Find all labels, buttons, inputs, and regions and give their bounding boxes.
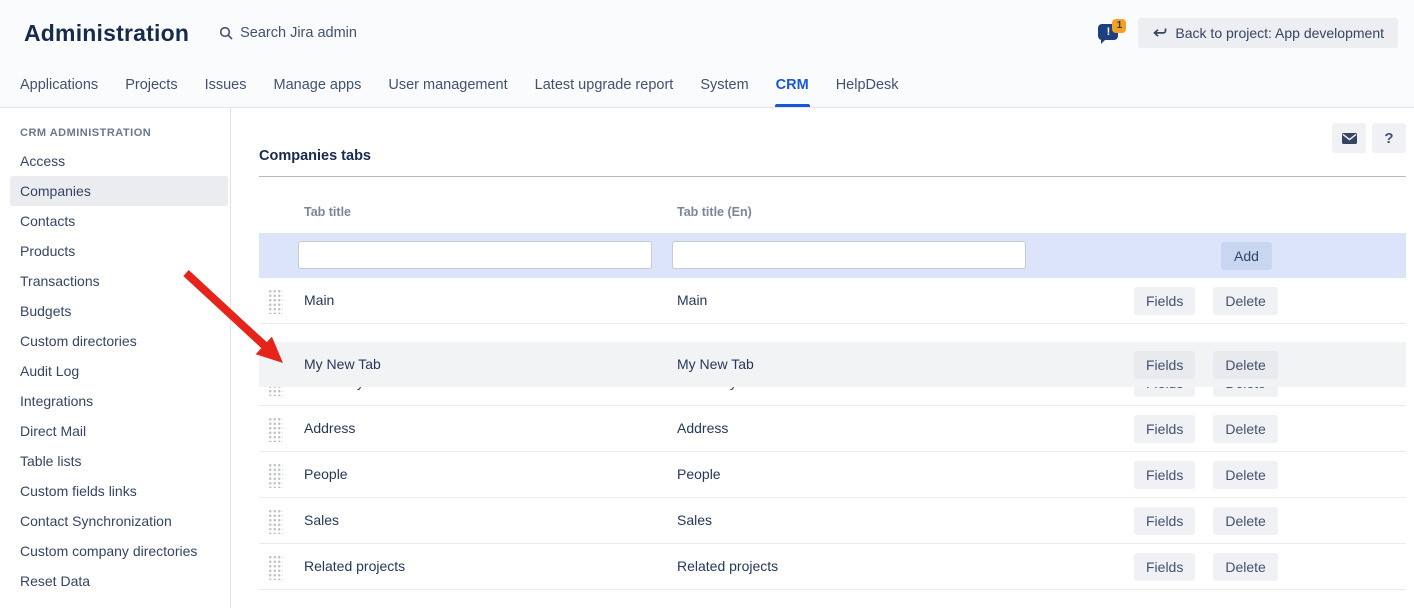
mail-button[interactable]	[1332, 123, 1366, 153]
sidebar-item[interactable]: Integrations	[10, 386, 228, 416]
drag-handle-icon[interactable]	[268, 463, 283, 488]
sidebar-item[interactable]: Reset Data	[10, 566, 228, 596]
tab-title-en-cell: My New Tab	[677, 342, 754, 387]
back-to-project-button[interactable]: Back to project: App development	[1138, 18, 1398, 48]
fields-button[interactable]: Fields	[1134, 415, 1195, 443]
dragged-row[interactable]: My New Tab My New Tab Fields Delete	[259, 342, 1406, 387]
column-header-tab-title: Tab title	[304, 205, 351, 219]
crm-admin-sidebar: CRM ADMINISTRATION AccessCompaniesContac…	[0, 108, 231, 608]
sidebar-item[interactable]: Table lists	[10, 446, 228, 476]
sidebar-item[interactable]: Contact Synchronization	[10, 506, 228, 536]
tab-title-cell: Sales	[304, 498, 339, 543]
fields-button[interactable]: Fields	[1134, 461, 1195, 489]
nav-tab[interactable]: HelpDesk	[836, 66, 899, 107]
table-row: Related projects Related projects Fields…	[259, 544, 1406, 590]
sidebar-item[interactable]: Transactions	[10, 266, 228, 296]
nav-tab[interactable]: Manage apps	[274, 66, 362, 107]
new-tab-title-en-input[interactable]	[672, 241, 1026, 269]
delete-button[interactable]: Delete	[1213, 287, 1277, 315]
fields-button[interactable]: Fields	[1134, 553, 1195, 581]
sidebar-item[interactable]: Contacts	[10, 206, 228, 236]
tab-title-cell: Address	[304, 406, 355, 451]
sidebar-item[interactable]: Custom fields links	[10, 476, 228, 506]
back-button-label: Back to project: App development	[1175, 25, 1384, 41]
notifications-button[interactable]: ! 1	[1098, 20, 1124, 46]
sidebar-item[interactable]: Budgets	[10, 296, 228, 326]
column-header-tab-title-en: Tab title (En)	[677, 205, 752, 219]
delete-button[interactable]: Delete	[1213, 507, 1277, 535]
delete-button[interactable]: Delete	[1213, 461, 1277, 489]
drag-handle-icon[interactable]	[268, 417, 283, 442]
drag-handle-icon[interactable]	[268, 509, 283, 534]
tab-title-en-cell: Address	[677, 406, 728, 451]
sidebar-item[interactable]: Products	[10, 236, 228, 266]
tab-title-cell: People	[304, 452, 348, 497]
add-button[interactable]: Add	[1221, 242, 1272, 270]
table-row: Address Address Fields Delete	[259, 406, 1406, 452]
search-icon	[219, 26, 233, 40]
tab-title-cell: My New Tab	[304, 342, 381, 387]
nav-tab[interactable]: Projects	[125, 66, 177, 107]
tab-title-en-cell: People	[677, 452, 721, 497]
new-tab-title-input[interactable]	[298, 241, 652, 269]
drag-handle-icon[interactable]	[268, 289, 283, 314]
fields-button[interactable]: Fields	[1134, 507, 1195, 535]
section-heading: Companies tabs	[259, 108, 1406, 177]
nav-tab[interactable]: Latest upgrade report	[535, 66, 674, 107]
envelope-icon	[1341, 132, 1358, 145]
tab-title-cell: Related projects	[304, 544, 405, 589]
notification-badge: 1	[1112, 19, 1126, 33]
fields-button[interactable]: Fields	[1134, 351, 1195, 379]
sidebar-item[interactable]: Direct Mail	[10, 416, 228, 446]
sidebar-item[interactable]: Custom directories	[10, 326, 228, 356]
tab-title-en-cell: Main	[677, 278, 707, 323]
admin-search	[219, 25, 1098, 41]
sidebar-item[interactable]: Audit Log	[10, 356, 228, 386]
tab-title-en-cell: Sales	[677, 498, 712, 543]
admin-nav-tabs: Applications Projects Issues Manage apps Use…	[0, 66, 1414, 107]
sidebar-item[interactable]: Custom company directories	[10, 536, 228, 566]
search-input[interactable]	[240, 25, 500, 41]
sidebar-item[interactable]: Access	[10, 146, 228, 176]
table-row: Sales Sales Fields Delete	[259, 498, 1406, 544]
nav-tab[interactable]: Applications	[20, 66, 98, 107]
return-arrow-icon	[1152, 27, 1167, 39]
table-row: People People Fields Delete	[259, 452, 1406, 498]
sidebar-section-title: CRM ADMINISTRATION	[20, 127, 230, 139]
add-tab-row: Add	[259, 233, 1406, 278]
sidebar-item[interactable]: Companies	[10, 176, 228, 206]
tab-title-en-cell: Related projects	[677, 544, 778, 589]
page-title: Administration	[24, 20, 189, 47]
top-header: Administration ! 1 Back to project: App …	[0, 0, 1414, 108]
companies-tabs-table: Tab title Tab title (En) Add Main Main F…	[259, 177, 1406, 590]
table-row: Main Main Fields Delete	[259, 278, 1406, 324]
delete-button[interactable]: Delete	[1213, 553, 1277, 581]
administration-page: Administration ! 1 Back to project: App …	[0, 0, 1414, 609]
nav-tab[interactable]: CRM	[776, 66, 809, 107]
delete-button[interactable]: Delete	[1213, 351, 1277, 379]
delete-button[interactable]: Delete	[1213, 415, 1277, 443]
nav-tab[interactable]: User management	[388, 66, 507, 107]
drag-handle-icon[interactable]	[268, 555, 283, 580]
main-content: ? Companies tabs Tab title Tab title (En…	[231, 108, 1414, 608]
fields-button[interactable]: Fields	[1134, 287, 1195, 315]
help-button[interactable]: ?	[1372, 123, 1406, 153]
nav-tab[interactable]: Issues	[205, 66, 247, 107]
tab-title-cell: Main	[304, 278, 334, 323]
nav-tab[interactable]: System	[700, 66, 748, 107]
